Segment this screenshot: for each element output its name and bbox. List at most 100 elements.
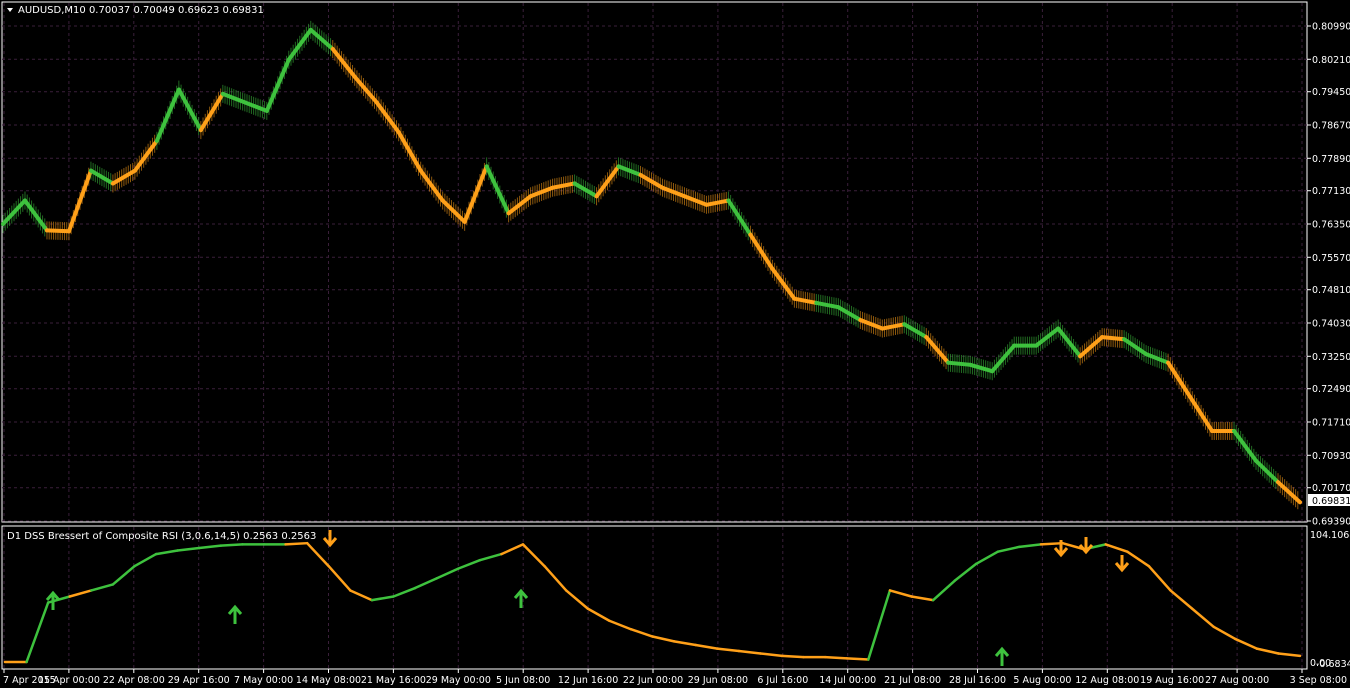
price-segment <box>1056 326 1083 359</box>
x-tick-label: 19 Aug 16:00 <box>1140 675 1204 686</box>
dss-segment <box>111 564 136 586</box>
x-tick-label: 12 Jun 16:00 <box>558 675 618 686</box>
dss-segment <box>392 586 417 598</box>
dss-segment <box>888 589 913 598</box>
sell-arrow-icon <box>1114 555 1130 573</box>
x-tick-label: 22 Jun 00:00 <box>623 675 683 686</box>
x-tick-label: 3 Sep 08:00 <box>1290 675 1347 686</box>
y-tick-label: 0.74030 <box>1312 319 1350 330</box>
price-segment <box>286 27 313 62</box>
y-tick-label: 0.73250 <box>1312 352 1350 363</box>
signal-arrows <box>45 530 1130 666</box>
dss-segment <box>1018 543 1043 549</box>
sub-axis-top: 104.1068 <box>1310 530 1350 541</box>
price-series <box>1 20 1302 510</box>
chart-canvas[interactable]: AUDUSD,M10 0.70037 0.70049 0.69623 0.698… <box>0 0 1350 688</box>
x-tick-label: 29 Apr 16:00 <box>168 675 230 686</box>
y-tick-label: 0.69390 <box>1312 517 1350 528</box>
dss-segment <box>198 544 223 550</box>
price-segment <box>264 57 291 113</box>
x-tick-label: 22 Apr 08:00 <box>103 675 165 686</box>
dss-segment <box>133 552 158 568</box>
dss-segment <box>500 543 525 556</box>
dss-segment <box>672 640 697 647</box>
price-segment <box>946 360 973 367</box>
price-segment <box>44 228 71 234</box>
y-tick-label: 0.70170 <box>1312 483 1350 494</box>
x-tick-label: 15 Apr 00:00 <box>38 675 100 686</box>
dss-segment <box>1126 550 1151 568</box>
x-tick-label: 21 May 16:00 <box>361 675 426 686</box>
x-tick-label: 7 May 00:00 <box>234 675 293 686</box>
price-segment <box>1100 335 1127 342</box>
dss-segment <box>305 541 330 568</box>
dss-segment <box>68 589 93 598</box>
current-price-label: 0.69831 <box>1312 496 1350 507</box>
dss-segment <box>1234 637 1259 650</box>
dss-segment <box>1212 625 1237 641</box>
price-segment <box>704 198 731 207</box>
y-tick-label: 0.75570 <box>1312 253 1350 264</box>
dss-segment <box>716 647 741 653</box>
dss-segment <box>90 583 115 592</box>
dss-segment <box>521 543 546 568</box>
price-segment <box>484 164 511 216</box>
price-segment <box>1232 428 1259 463</box>
dss-segment <box>219 543 244 547</box>
dss-segment <box>975 550 1000 566</box>
dss-segment <box>284 541 309 546</box>
dss-segment <box>457 558 482 570</box>
price-segment <box>176 87 203 133</box>
price-segment <box>726 198 753 237</box>
x-tick-label: 14 Jul 00:00 <box>819 675 876 686</box>
x-tick-label: 21 Jul 08:00 <box>884 675 941 686</box>
x-tick-label: 29 Jun 08:00 <box>688 675 748 686</box>
price-segment <box>396 130 423 173</box>
y-tick-label: 0.77130 <box>1312 186 1350 197</box>
x-tick-label: 27 Aug 00:00 <box>1205 675 1269 686</box>
price-segment <box>1188 394 1215 433</box>
y-tick-label: 0.71710 <box>1312 418 1350 429</box>
dss-segment <box>823 655 848 660</box>
dss-segment <box>910 595 935 602</box>
price-segment <box>792 296 819 305</box>
dss-segment <box>1147 564 1172 592</box>
dss-segment <box>1255 647 1280 655</box>
time-axis: 7 Apr 201515 Apr 00:00 22 Apr 08:00 29 Apr… <box>3 669 1347 686</box>
dss-segment <box>996 545 1021 553</box>
x-tick-label: 14 May 08:00 <box>296 675 361 686</box>
dss-segment <box>867 589 892 661</box>
sub-axis-bottom-b: -0.6834 <box>1316 659 1350 670</box>
dss-segment <box>1169 589 1194 610</box>
price-segment <box>550 181 577 190</box>
buy-arrow-icon <box>994 646 1010 666</box>
dss-segment <box>759 652 784 658</box>
dss-segment <box>629 627 654 638</box>
buy-arrow-icon <box>227 604 243 624</box>
dss-segment <box>586 607 611 623</box>
sell-arrow-icon <box>322 530 338 548</box>
y-tick-label: 0.76350 <box>1312 220 1350 231</box>
main-panel-frame <box>1 1 1308 523</box>
dss-segment <box>435 567 460 580</box>
y-tick-label: 0.79450 <box>1312 87 1350 98</box>
dss-segment <box>694 643 719 650</box>
sell-arrow-icon <box>1053 540 1069 558</box>
symbol-dropdown-icon[interactable] <box>7 8 13 12</box>
dss-segment <box>953 562 978 583</box>
price-segment <box>462 164 489 224</box>
dss-segment <box>737 649 762 655</box>
y-tick-label: 0.70930 <box>1312 451 1350 462</box>
y-tick-label: 0.78670 <box>1312 121 1350 132</box>
dss-segment <box>25 601 50 664</box>
x-tick-label: 6 Jul 16:00 <box>757 675 808 686</box>
dss-segment <box>608 619 633 631</box>
x-tick-label: 29 May 00:00 <box>426 675 491 686</box>
price-segment <box>1166 360 1193 399</box>
price-segment <box>374 100 401 135</box>
sub-header: D1 DSS Bressert of Composite RSI (3,0.6,… <box>7 531 316 542</box>
price-segment <box>132 138 159 173</box>
price-segment <box>748 232 775 271</box>
x-tick-label: 12 Aug 08:00 <box>1075 675 1139 686</box>
price-segment <box>594 164 621 199</box>
